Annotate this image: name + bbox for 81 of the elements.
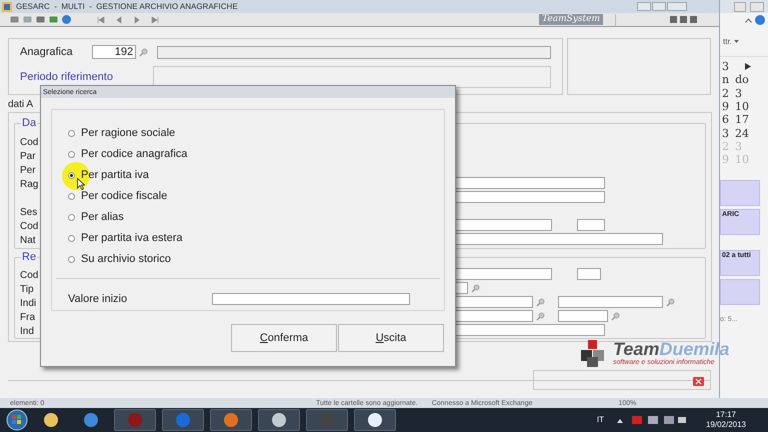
app-icon xyxy=(2,2,12,12)
radio-button[interactable] xyxy=(68,235,75,242)
text-field[interactable] xyxy=(558,310,608,322)
calendar-day[interactable]: 17 xyxy=(735,113,749,126)
radio-button[interactable] xyxy=(68,193,75,200)
field-label: Per xyxy=(20,165,36,176)
radio-label[interactable]: Per codice fiscale xyxy=(81,188,168,205)
search-icon[interactable] xyxy=(536,298,545,306)
exit-button[interactable]: Uscita xyxy=(338,324,444,352)
calendar-day[interactable]: n xyxy=(722,73,730,86)
text-field[interactable] xyxy=(577,268,601,280)
radio-button[interactable] xyxy=(68,256,75,263)
mouse-pointer-icon xyxy=(77,178,85,190)
calendar-day[interactable]: 10 xyxy=(735,100,749,114)
field-label: Rag xyxy=(20,179,38,190)
radio-label[interactable]: Per alias xyxy=(81,209,124,226)
radio-label[interactable]: Su archivio storico xyxy=(81,251,171,268)
calendar-day[interactable]: 3 xyxy=(722,126,729,140)
radio-label[interactable]: Per partita iva estera xyxy=(81,230,182,247)
description-field[interactable] xyxy=(157,46,551,58)
anagrafica-field[interactable]: 192 xyxy=(92,45,136,59)
close-button[interactable] xyxy=(750,2,764,12)
menu-label[interactable]: ttr. xyxy=(723,36,732,48)
clock-time: 17:17 xyxy=(716,410,736,420)
restore-button[interactable] xyxy=(734,2,746,12)
tab-label[interactable]: dati A xyxy=(8,96,34,112)
field-label: Nat xyxy=(20,235,36,246)
help-icon[interactable] xyxy=(62,15,71,24)
language-indicator[interactable]: IT xyxy=(596,414,604,426)
field-label: Valore inizio xyxy=(68,292,128,307)
start-button[interactable] xyxy=(6,409,28,431)
search-icon[interactable] xyxy=(611,312,620,320)
next-icon[interactable] xyxy=(133,16,141,24)
minimize-button[interactable] xyxy=(637,2,651,11)
last-record-icon[interactable] xyxy=(151,16,159,24)
calendar-day[interactable]: 2 xyxy=(722,86,729,100)
calendar-day[interactable]: 24 xyxy=(735,126,749,140)
field-label: Cod xyxy=(20,221,38,232)
field-label: Ind xyxy=(20,326,34,337)
field-label: Cod xyxy=(20,270,38,281)
collapse-icon[interactable] xyxy=(745,18,752,22)
close-icon[interactable] xyxy=(693,377,704,386)
close-button[interactable] xyxy=(667,2,687,11)
field-label: Indi xyxy=(20,298,36,309)
calendar-day[interactable]: 3 xyxy=(722,60,729,74)
radio-label[interactable]: Per codice anagrafica xyxy=(81,146,188,163)
field-label: Fra xyxy=(20,312,35,323)
brand-logo: TeamSystem xyxy=(539,14,603,25)
clock-date: 19/02/2013 xyxy=(706,420,746,430)
start-value-field[interactable] xyxy=(212,293,410,306)
confirm-button[interactable]: Conferma xyxy=(231,324,337,352)
calendar-day[interactable]: 6 xyxy=(722,113,729,126)
search-icon[interactable] xyxy=(139,48,148,56)
first-record-icon[interactable] xyxy=(97,16,105,24)
help-icon[interactable] xyxy=(755,15,765,25)
field-label: Tip xyxy=(20,284,34,295)
next-arrow-icon[interactable] xyxy=(745,63,751,70)
field-label: Par xyxy=(20,151,36,162)
window-title: GESARC - MULTI - GESTIONE ARCHIVIO ANAGRAFICHE xyxy=(16,2,238,12)
search-icon[interactable] xyxy=(536,312,545,320)
caret-icon xyxy=(734,40,739,43)
text-field[interactable] xyxy=(558,296,663,308)
logo-text: Team xyxy=(613,340,660,358)
text-field[interactable] xyxy=(577,219,605,231)
field-label: Cod xyxy=(20,137,38,148)
previous-icon[interactable] xyxy=(115,16,123,24)
search-icon[interactable] xyxy=(471,284,480,292)
taskbar-button[interactable] xyxy=(354,409,396,431)
search-icon[interactable] xyxy=(666,298,675,306)
radio-label[interactable]: Per ragione sociale xyxy=(81,125,176,142)
radio-button[interactable] xyxy=(68,151,75,158)
field-label: Ses xyxy=(20,207,38,218)
calendar-day[interactable]: 9 xyxy=(722,100,729,114)
taskbar-button[interactable] xyxy=(258,409,300,431)
calendar-day[interactable]: do xyxy=(735,73,749,86)
maximize-button[interactable] xyxy=(652,2,666,11)
radio-button[interactable] xyxy=(68,130,75,137)
radio-button[interactable] xyxy=(68,214,75,221)
field-label: Anagrafica xyxy=(20,44,74,60)
calendar-day[interactable]: 3 xyxy=(735,86,742,100)
period-link[interactable]: Periodo riferimento xyxy=(20,68,153,86)
